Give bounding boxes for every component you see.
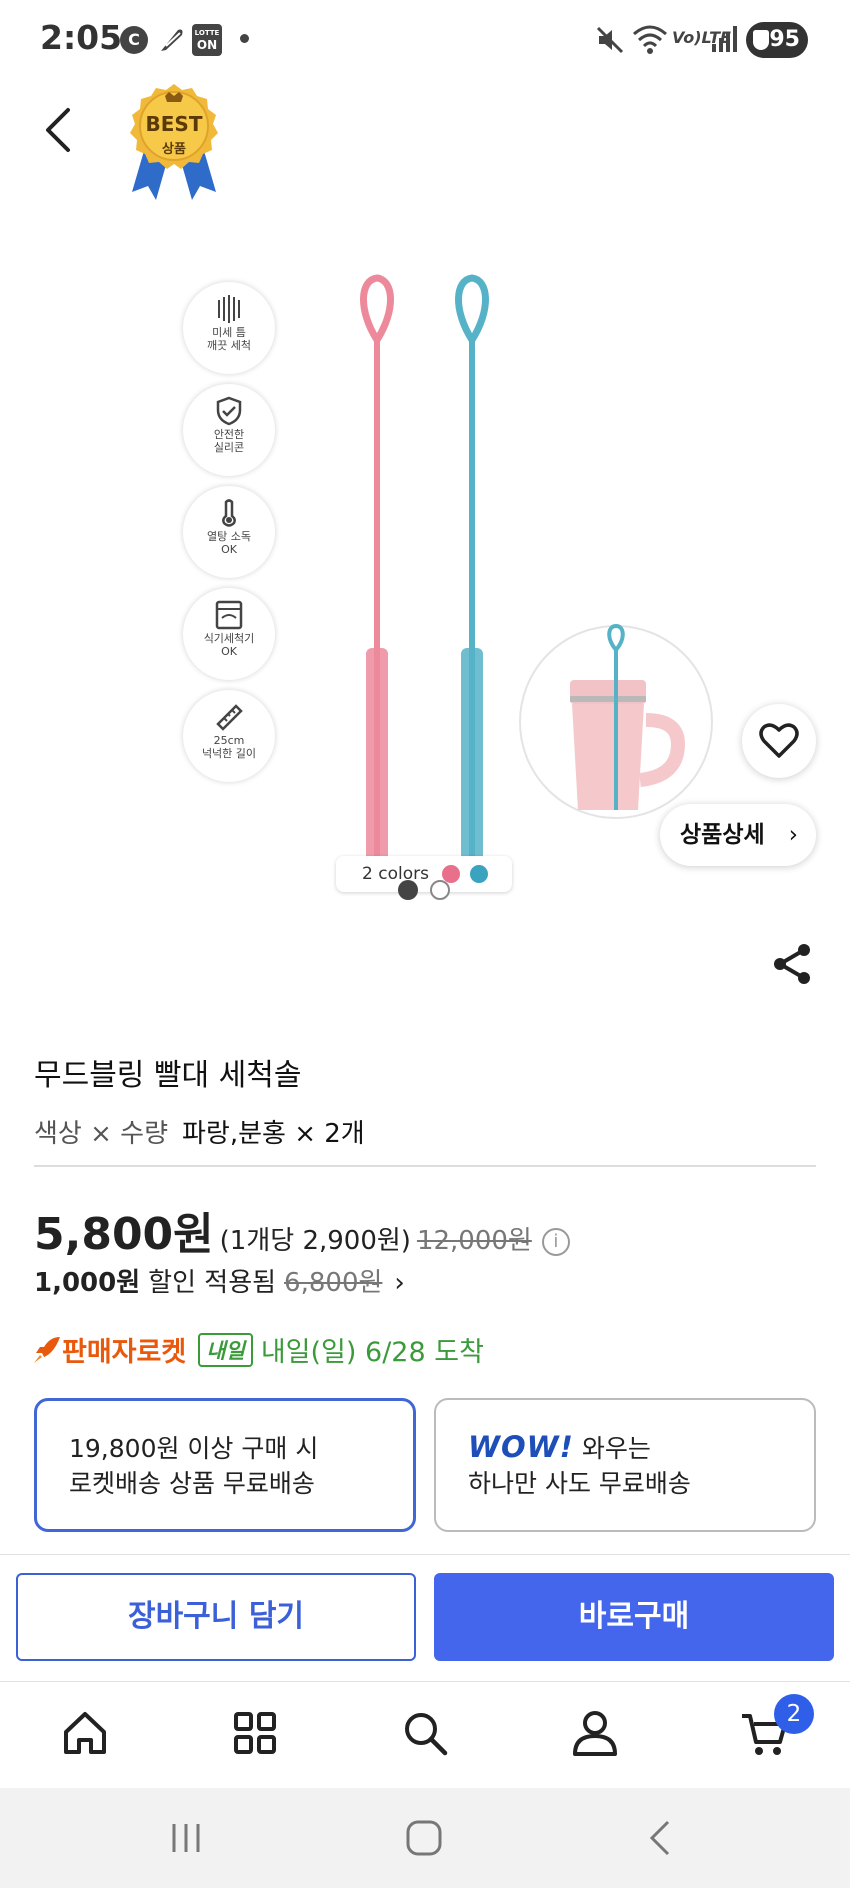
feature-line1: 안전한 [213, 428, 245, 441]
discount-original-price: 6,800원 [284, 1268, 383, 1298]
back-button[interactable] [36, 104, 80, 156]
divider [34, 1165, 816, 1167]
wow-free-shipping-card[interactable]: WOW! 와우는 하나만 사도 무료배송 [434, 1398, 816, 1532]
feature-line1: 열탕 소독 [207, 530, 251, 543]
battery-icon: 95 [746, 22, 808, 58]
shield-check-icon [216, 396, 242, 426]
rocket-free-shipping-card[interactable]: 19,800원 이상 구매 시 로켓배송 상품 무료배송 [34, 1398, 416, 1532]
scrub-icon [218, 295, 240, 323]
price-row: 5,800원 (1개당 2,900원) 12,000원 i [34, 1198, 570, 1262]
wishlist-button[interactable] [742, 704, 816, 778]
buy-now-button[interactable]: 바로구매 [434, 1573, 834, 1661]
cart-count-badge: 2 [774, 1694, 814, 1734]
home-icon[interactable] [60, 1708, 110, 1758]
rocket-icon [34, 1337, 60, 1363]
feature-line1: 미세 틈 [212, 326, 246, 339]
ruler-icon [216, 704, 243, 731]
feature-line2: OK [221, 543, 237, 556]
chevron-right-icon: › [788, 822, 798, 848]
system-nav-bar [0, 1788, 850, 1888]
heart-icon [759, 723, 799, 758]
unit-price: (1개당 2,900원) [219, 1226, 411, 1256]
lotte-on-icon: LOTTE ON [192, 24, 222, 56]
dot-icon [240, 34, 249, 43]
system-back-icon[interactable] [646, 1820, 676, 1856]
wow-line2: 하나만 사도 무료배송 [468, 1469, 691, 1498]
home-button-icon[interactable] [404, 1820, 444, 1856]
action-bar: 장바구니 담기 바로구매 [0, 1554, 850, 1682]
feature-line1: 식기세척기 [203, 632, 255, 645]
feature-fine-gap-clean: 미세 틈 깨끗 세척 [183, 282, 275, 374]
mute-icon [596, 26, 624, 54]
product-detail-button[interactable]: 상품상세 › [660, 804, 816, 866]
best-badge-sublabel: 상품 [162, 142, 186, 157]
slide-indicator-active[interactable] [398, 880, 418, 900]
signal-icon [712, 26, 737, 52]
feature-line1: 25cm [213, 734, 245, 747]
shipping-line1: 19,800원 이상 구매 시 [69, 1434, 319, 1463]
battery-shield [753, 30, 769, 50]
product-detail-label: 상품상세 [680, 822, 765, 848]
feature-line2: 넉넉한 길이 [201, 747, 257, 760]
info-icon[interactable]: i [541, 1228, 570, 1256]
option-value: 파랑,분홍 × 2개 [182, 1119, 365, 1149]
feature-line2: OK [221, 645, 237, 658]
categories-icon[interactable] [230, 1708, 280, 1758]
wow-line1-text: 와우는 [581, 1434, 651, 1463]
shipping-line2: 로켓배송 상품 무료배송 [69, 1469, 315, 1498]
feature-boil-sterilize: 열탕 소독 OK [183, 486, 275, 578]
colors-pill: 2 colors [336, 856, 512, 892]
tumbler-image [519, 624, 713, 819]
add-to-cart-button[interactable]: 장바구니 담기 [16, 1573, 416, 1661]
best-badge-label: BEST [145, 112, 203, 136]
delivery-row: 판매자로켓 내일 내일(일) 6/28 도착 [32, 1330, 484, 1369]
option-label: 색상 × 수량 [34, 1119, 168, 1149]
straw-brush-image [360, 274, 489, 878]
thermometer-icon [222, 499, 236, 527]
tomorrow-badge: 내일 [198, 1333, 253, 1367]
recent-apps-icon[interactable] [168, 1820, 204, 1856]
feature-safe-silicone: 안전한 실리콘 [183, 384, 275, 476]
battery-level: 95 [769, 27, 800, 52]
blue-swatch [470, 865, 488, 883]
feather-icon [161, 29, 183, 51]
price: 5,800원 [34, 1209, 214, 1260]
bottom-nav [0, 1682, 850, 1788]
status-bar: 2:05 C LOTTE ON Vo)LTE 95 [0, 0, 850, 78]
discount-amount: 1,000원 [34, 1268, 141, 1298]
arrival-date: 내일(일) 6/28 도착 [260, 1337, 484, 1368]
product-title: 무드블링 빨대 세척솔 [34, 1058, 302, 1093]
chevron-right-icon: › [394, 1268, 405, 1298]
wow-line1: WOW! 와우는 [468, 1430, 782, 1466]
colors-label: 2 colors [362, 864, 429, 884]
wow-logo: WOW! [468, 1430, 574, 1464]
dishwasher-icon [215, 600, 243, 630]
rocket-label: 판매자로켓 [62, 1337, 187, 1368]
wifi-icon [633, 25, 667, 54]
c-badge-icon: C [120, 26, 148, 54]
option-row[interactable]: 색상 × 수량 파랑,분홍 × 2개 [34, 1113, 365, 1150]
discount-row[interactable]: 1,000원 할인 적용됨 6,800원 › [34, 1262, 405, 1299]
feature-dishwasher-ok: 식기세척기 OK [183, 588, 275, 680]
feature-25cm-length: 25cm 넉넉한 길이 [183, 690, 275, 782]
original-price: 12,000원 [416, 1226, 532, 1256]
feature-line2: 실리콘 [213, 441, 245, 454]
status-time: 2:05 [40, 18, 123, 57]
slide-indicator[interactable] [430, 880, 450, 900]
search-icon[interactable] [400, 1708, 450, 1758]
account-icon[interactable] [570, 1708, 620, 1758]
feature-line2: 깨끗 세척 [207, 339, 251, 352]
discount-label: 할인 적용됨 [148, 1268, 277, 1298]
lotte-on-bottom: ON [196, 38, 218, 52]
share-icon[interactable] [768, 940, 816, 988]
